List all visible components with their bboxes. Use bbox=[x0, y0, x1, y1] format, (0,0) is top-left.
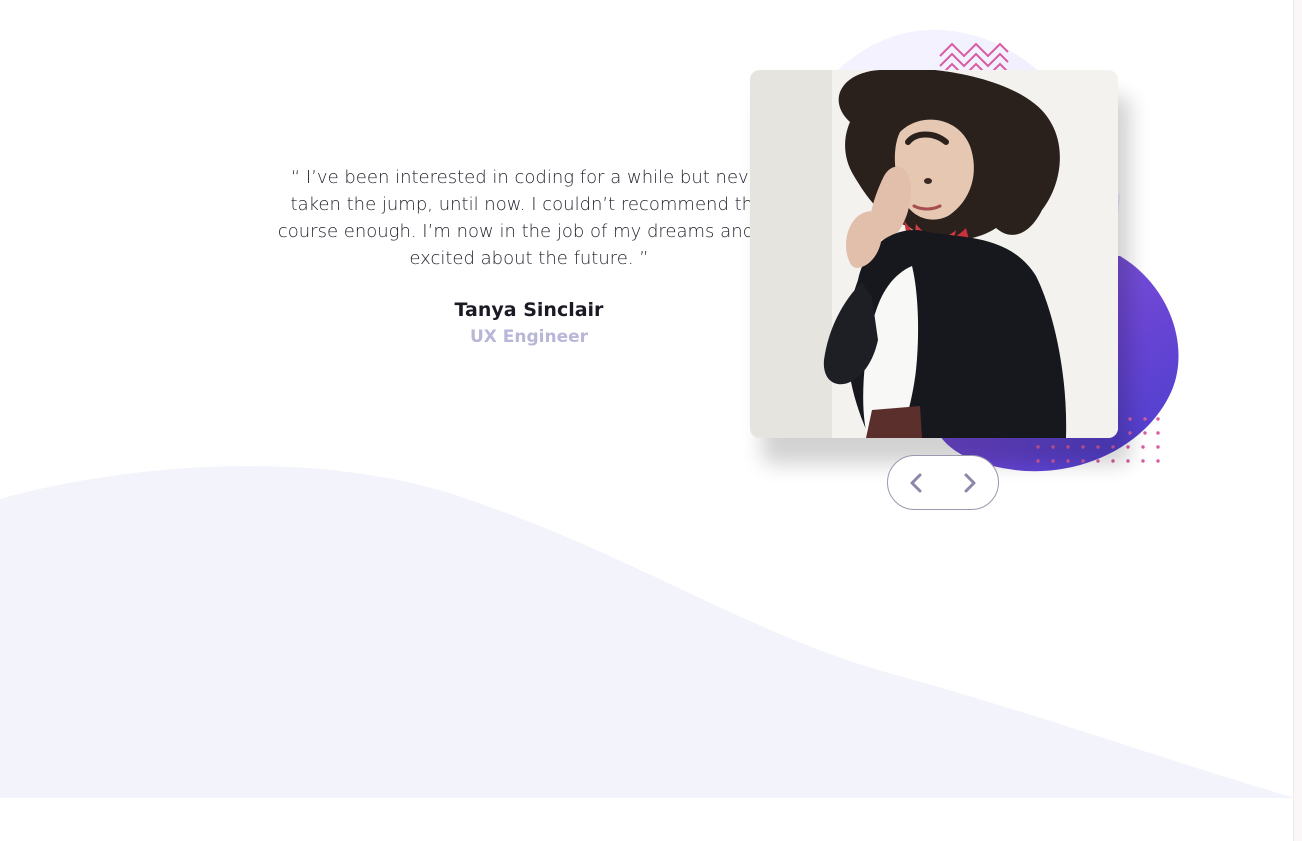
chevron-right-icon bbox=[964, 473, 976, 492]
portrait-illustration bbox=[750, 70, 1118, 438]
chevron-left-icon bbox=[910, 473, 922, 492]
testimonial-photo bbox=[750, 70, 1118, 438]
previous-button[interactable] bbox=[904, 471, 928, 495]
testimonial-pager bbox=[887, 455, 999, 510]
next-button[interactable] bbox=[958, 471, 982, 495]
page-right-edge bbox=[1293, 0, 1302, 841]
testimonial-page: “ I’ve been interested in coding for a w… bbox=[0, 0, 1302, 841]
testimonial-photo-area bbox=[690, 26, 1210, 526]
